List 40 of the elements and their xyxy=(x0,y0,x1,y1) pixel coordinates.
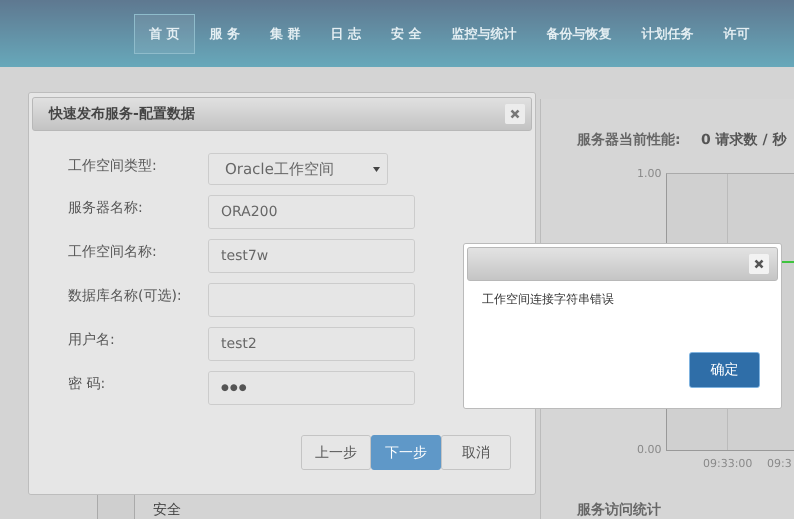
sidebar-item[interactable]: 安全 xyxy=(153,501,181,519)
nav-tab[interactable]: 安 全 xyxy=(376,14,437,54)
nav-tab[interactable]: 许可 xyxy=(708,14,765,54)
password-field[interactable]: ●●● xyxy=(208,371,415,405)
performance-label: 服务器当前性能: xyxy=(577,131,681,149)
field-label: 工作空间类型: xyxy=(68,157,158,175)
close-button[interactable] xyxy=(749,254,769,274)
dialog-button[interactable]: 上一步 xyxy=(301,435,371,470)
field-label: 数据库名称(可选): xyxy=(68,287,183,305)
axis-tick-label: 0.00 xyxy=(637,443,662,456)
field-label: 用户名: xyxy=(68,331,116,349)
field-label: 密 码: xyxy=(68,375,106,393)
dialog-title: 快速发布服务-配置数据 xyxy=(49,105,195,123)
nav-tab[interactable]: 服 务 xyxy=(194,14,256,54)
performance-value: 0 请求数 / 秒 xyxy=(701,131,786,149)
workspace-type-dropdown[interactable]: Oracle工作空间 xyxy=(208,153,388,185)
input-field[interactable]: test7w xyxy=(208,239,415,273)
nav-tab[interactable]: 首 页 xyxy=(134,14,195,54)
close-icon xyxy=(754,259,764,269)
axis-tick-label: 1.00 xyxy=(637,167,662,180)
nav-tab[interactable]: 集 群 xyxy=(255,14,316,54)
axis-tick-label: 09:3 xyxy=(767,457,792,470)
nav-tab[interactable]: 日 志 xyxy=(316,14,376,54)
nav-tab[interactable]: 计划任务 xyxy=(626,14,709,54)
dropdown-arrow-icon xyxy=(373,166,380,172)
input-field[interactable]: test2 xyxy=(208,327,415,361)
nav-tab[interactable]: 监控与统计 xyxy=(436,14,532,54)
section-title: 服务访问统计 xyxy=(577,501,661,519)
alert-message: 工作空间连接字符串错误 xyxy=(482,291,614,308)
ok-button[interactable]: 确定 xyxy=(689,352,760,388)
close-button[interactable] xyxy=(505,104,525,124)
dialog-button[interactable]: 取消 xyxy=(441,435,511,470)
field-label: 工作空间名称: xyxy=(68,243,158,261)
dialog-button[interactable]: 下一步 xyxy=(371,435,441,470)
nav-tab[interactable]: 备份与恢复 xyxy=(532,14,627,54)
field-label: 服务器名称: xyxy=(68,199,144,217)
input-field[interactable] xyxy=(208,283,415,317)
close-icon xyxy=(510,109,520,119)
input-field[interactable]: ORA200 xyxy=(208,195,415,229)
axis-tick-label: 09:33:00 xyxy=(703,457,752,470)
